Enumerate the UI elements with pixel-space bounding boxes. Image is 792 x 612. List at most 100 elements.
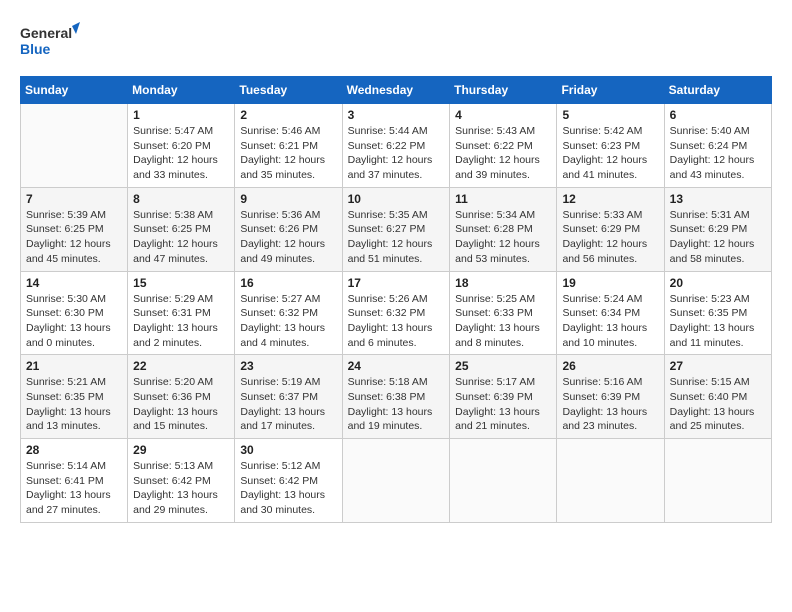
day-info: Sunrise: 5:21 AM Sunset: 6:35 PM Dayligh… <box>26 375 122 434</box>
day-number: 12 <box>562 192 658 206</box>
calendar-cell: 19 Sunrise: 5:24 AM Sunset: 6:34 PM Dayli… <box>557 271 664 355</box>
day-number: 2 <box>240 108 336 122</box>
day-info: Sunrise: 5:44 AM Sunset: 6:22 PM Dayligh… <box>348 124 445 183</box>
weekday-header: Saturday <box>664 77 771 104</box>
weekday-header: Thursday <box>450 77 557 104</box>
calendar-cell: 12 Sunrise: 5:33 AM Sunset: 6:29 PM Dayli… <box>557 187 664 271</box>
calendar-cell: 11 Sunrise: 5:34 AM Sunset: 6:28 PM Dayli… <box>450 187 557 271</box>
day-number: 20 <box>670 276 766 290</box>
day-number: 28 <box>26 443 122 457</box>
calendar-table: SundayMondayTuesdayWednesdayThursdayFrid… <box>20 76 772 523</box>
day-info: Sunrise: 5:27 AM Sunset: 6:32 PM Dayligh… <box>240 292 336 351</box>
day-number: 22 <box>133 359 229 373</box>
calendar-cell: 21 Sunrise: 5:21 AM Sunset: 6:35 PM Dayli… <box>21 355 128 439</box>
day-number: 4 <box>455 108 551 122</box>
day-info: Sunrise: 5:13 AM Sunset: 6:42 PM Dayligh… <box>133 459 229 518</box>
day-info: Sunrise: 5:17 AM Sunset: 6:39 PM Dayligh… <box>455 375 551 434</box>
calendar-header-row: SundayMondayTuesdayWednesdayThursdayFrid… <box>21 77 772 104</box>
day-info: Sunrise: 5:47 AM Sunset: 6:20 PM Dayligh… <box>133 124 229 183</box>
day-number: 11 <box>455 192 551 206</box>
day-info: Sunrise: 5:39 AM Sunset: 6:25 PM Dayligh… <box>26 208 122 267</box>
calendar-cell: 2 Sunrise: 5:46 AM Sunset: 6:21 PM Daylig… <box>235 104 342 188</box>
calendar-cell: 20 Sunrise: 5:23 AM Sunset: 6:35 PM Dayli… <box>664 271 771 355</box>
day-number: 26 <box>562 359 658 373</box>
day-info: Sunrise: 5:36 AM Sunset: 6:26 PM Dayligh… <box>240 208 336 267</box>
day-info: Sunrise: 5:38 AM Sunset: 6:25 PM Dayligh… <box>133 208 229 267</box>
calendar-cell: 23Sunrise: 5:19 AM Sunset: 6:37 PM Dayli… <box>235 355 342 439</box>
calendar-cell: 7 Sunrise: 5:39 AM Sunset: 6:25 PM Daylig… <box>21 187 128 271</box>
day-number: 7 <box>26 192 122 206</box>
weekday-header: Friday <box>557 77 664 104</box>
calendar-cell: 27Sunrise: 5:15 AM Sunset: 6:40 PM Dayli… <box>664 355 771 439</box>
calendar-cell: 1Sunrise: 5:47 AM Sunset: 6:20 PM Daylig… <box>128 104 235 188</box>
page-header: General Blue <box>20 20 772 60</box>
calendar-cell: 8 Sunrise: 5:38 AM Sunset: 6:25 PM Daylig… <box>128 187 235 271</box>
svg-text:General: General <box>20 25 72 41</box>
day-info: Sunrise: 5:18 AM Sunset: 6:38 PM Dayligh… <box>348 375 445 434</box>
calendar-cell: 6Sunrise: 5:40 AM Sunset: 6:24 PM Daylig… <box>664 104 771 188</box>
day-info: Sunrise: 5:24 AM Sunset: 6:34 PM Dayligh… <box>562 292 658 351</box>
calendar-cell: 22 Sunrise: 5:20 AM Sunset: 6:36 PM Dayli… <box>128 355 235 439</box>
day-info: Sunrise: 5:16 AM Sunset: 6:39 PM Dayligh… <box>562 375 658 434</box>
day-number: 8 <box>133 192 229 206</box>
day-number: 21 <box>26 359 122 373</box>
day-info: Sunrise: 5:31 AM Sunset: 6:29 PM Dayligh… <box>670 208 766 267</box>
calendar-cell: 13Sunrise: 5:31 AM Sunset: 6:29 PM Dayli… <box>664 187 771 271</box>
calendar-cell: 29 Sunrise: 5:13 AM Sunset: 6:42 PM Dayli… <box>128 439 235 523</box>
day-number: 24 <box>348 359 445 373</box>
day-info: Sunrise: 5:25 AM Sunset: 6:33 PM Dayligh… <box>455 292 551 351</box>
day-info: Sunrise: 5:26 AM Sunset: 6:32 PM Dayligh… <box>348 292 445 351</box>
day-info: Sunrise: 5:30 AM Sunset: 6:30 PM Dayligh… <box>26 292 122 351</box>
day-info: Sunrise: 5:34 AM Sunset: 6:28 PM Dayligh… <box>455 208 551 267</box>
calendar-cell: 14 Sunrise: 5:30 AM Sunset: 6:30 PM Dayli… <box>21 271 128 355</box>
day-number: 3 <box>348 108 445 122</box>
weekday-header: Monday <box>128 77 235 104</box>
calendar-cell: 18 Sunrise: 5:25 AM Sunset: 6:33 PM Dayli… <box>450 271 557 355</box>
calendar-cell: 25 Sunrise: 5:17 AM Sunset: 6:39 PM Dayli… <box>450 355 557 439</box>
day-info: Sunrise: 5:46 AM Sunset: 6:21 PM Dayligh… <box>240 124 336 183</box>
day-number: 10 <box>348 192 445 206</box>
calendar-cell <box>342 439 450 523</box>
calendar-cell: 10 Sunrise: 5:35 AM Sunset: 6:27 PM Dayli… <box>342 187 450 271</box>
day-info: Sunrise: 5:14 AM Sunset: 6:41 PM Dayligh… <box>26 459 122 518</box>
day-number: 18 <box>455 276 551 290</box>
day-number: 30 <box>240 443 336 457</box>
weekday-header: Sunday <box>21 77 128 104</box>
day-number: 17 <box>348 276 445 290</box>
day-number: 16 <box>240 276 336 290</box>
day-info: Sunrise: 5:20 AM Sunset: 6:36 PM Dayligh… <box>133 375 229 434</box>
calendar-cell: 26 Sunrise: 5:16 AM Sunset: 6:39 PM Dayli… <box>557 355 664 439</box>
calendar-cell <box>21 104 128 188</box>
logo: General Blue <box>20 20 80 60</box>
day-number: 5 <box>562 108 658 122</box>
day-number: 15 <box>133 276 229 290</box>
calendar-cell: 3 Sunrise: 5:44 AM Sunset: 6:22 PM Daylig… <box>342 104 450 188</box>
day-number: 29 <box>133 443 229 457</box>
day-info: Sunrise: 5:33 AM Sunset: 6:29 PM Dayligh… <box>562 208 658 267</box>
weekday-header: Tuesday <box>235 77 342 104</box>
calendar-cell: 15Sunrise: 5:29 AM Sunset: 6:31 PM Dayli… <box>128 271 235 355</box>
calendar-cell: 5 Sunrise: 5:42 AM Sunset: 6:23 PM Daylig… <box>557 104 664 188</box>
calendar-cell <box>664 439 771 523</box>
day-number: 9 <box>240 192 336 206</box>
calendar-cell: 24 Sunrise: 5:18 AM Sunset: 6:38 PM Dayli… <box>342 355 450 439</box>
calendar-week-row: 28 Sunrise: 5:14 AM Sunset: 6:41 PM Dayli… <box>21 439 772 523</box>
calendar-cell: 17 Sunrise: 5:26 AM Sunset: 6:32 PM Dayli… <box>342 271 450 355</box>
calendar-cell <box>557 439 664 523</box>
calendar-cell: 30 Sunrise: 5:12 AM Sunset: 6:42 PM Dayli… <box>235 439 342 523</box>
day-number: 25 <box>455 359 551 373</box>
day-info: Sunrise: 5:15 AM Sunset: 6:40 PM Dayligh… <box>670 375 766 434</box>
svg-text:Blue: Blue <box>20 41 51 57</box>
weekday-header: Wednesday <box>342 77 450 104</box>
day-number: 14 <box>26 276 122 290</box>
day-info: Sunrise: 5:35 AM Sunset: 6:27 PM Dayligh… <box>348 208 445 267</box>
day-info: Sunrise: 5:12 AM Sunset: 6:42 PM Dayligh… <box>240 459 336 518</box>
calendar-week-row: 1Sunrise: 5:47 AM Sunset: 6:20 PM Daylig… <box>21 104 772 188</box>
day-info: Sunrise: 5:42 AM Sunset: 6:23 PM Dayligh… <box>562 124 658 183</box>
day-info: Sunrise: 5:43 AM Sunset: 6:22 PM Dayligh… <box>455 124 551 183</box>
day-info: Sunrise: 5:23 AM Sunset: 6:35 PM Dayligh… <box>670 292 766 351</box>
day-number: 23 <box>240 359 336 373</box>
day-number: 19 <box>562 276 658 290</box>
calendar-cell <box>450 439 557 523</box>
calendar-week-row: 21 Sunrise: 5:21 AM Sunset: 6:35 PM Dayli… <box>21 355 772 439</box>
